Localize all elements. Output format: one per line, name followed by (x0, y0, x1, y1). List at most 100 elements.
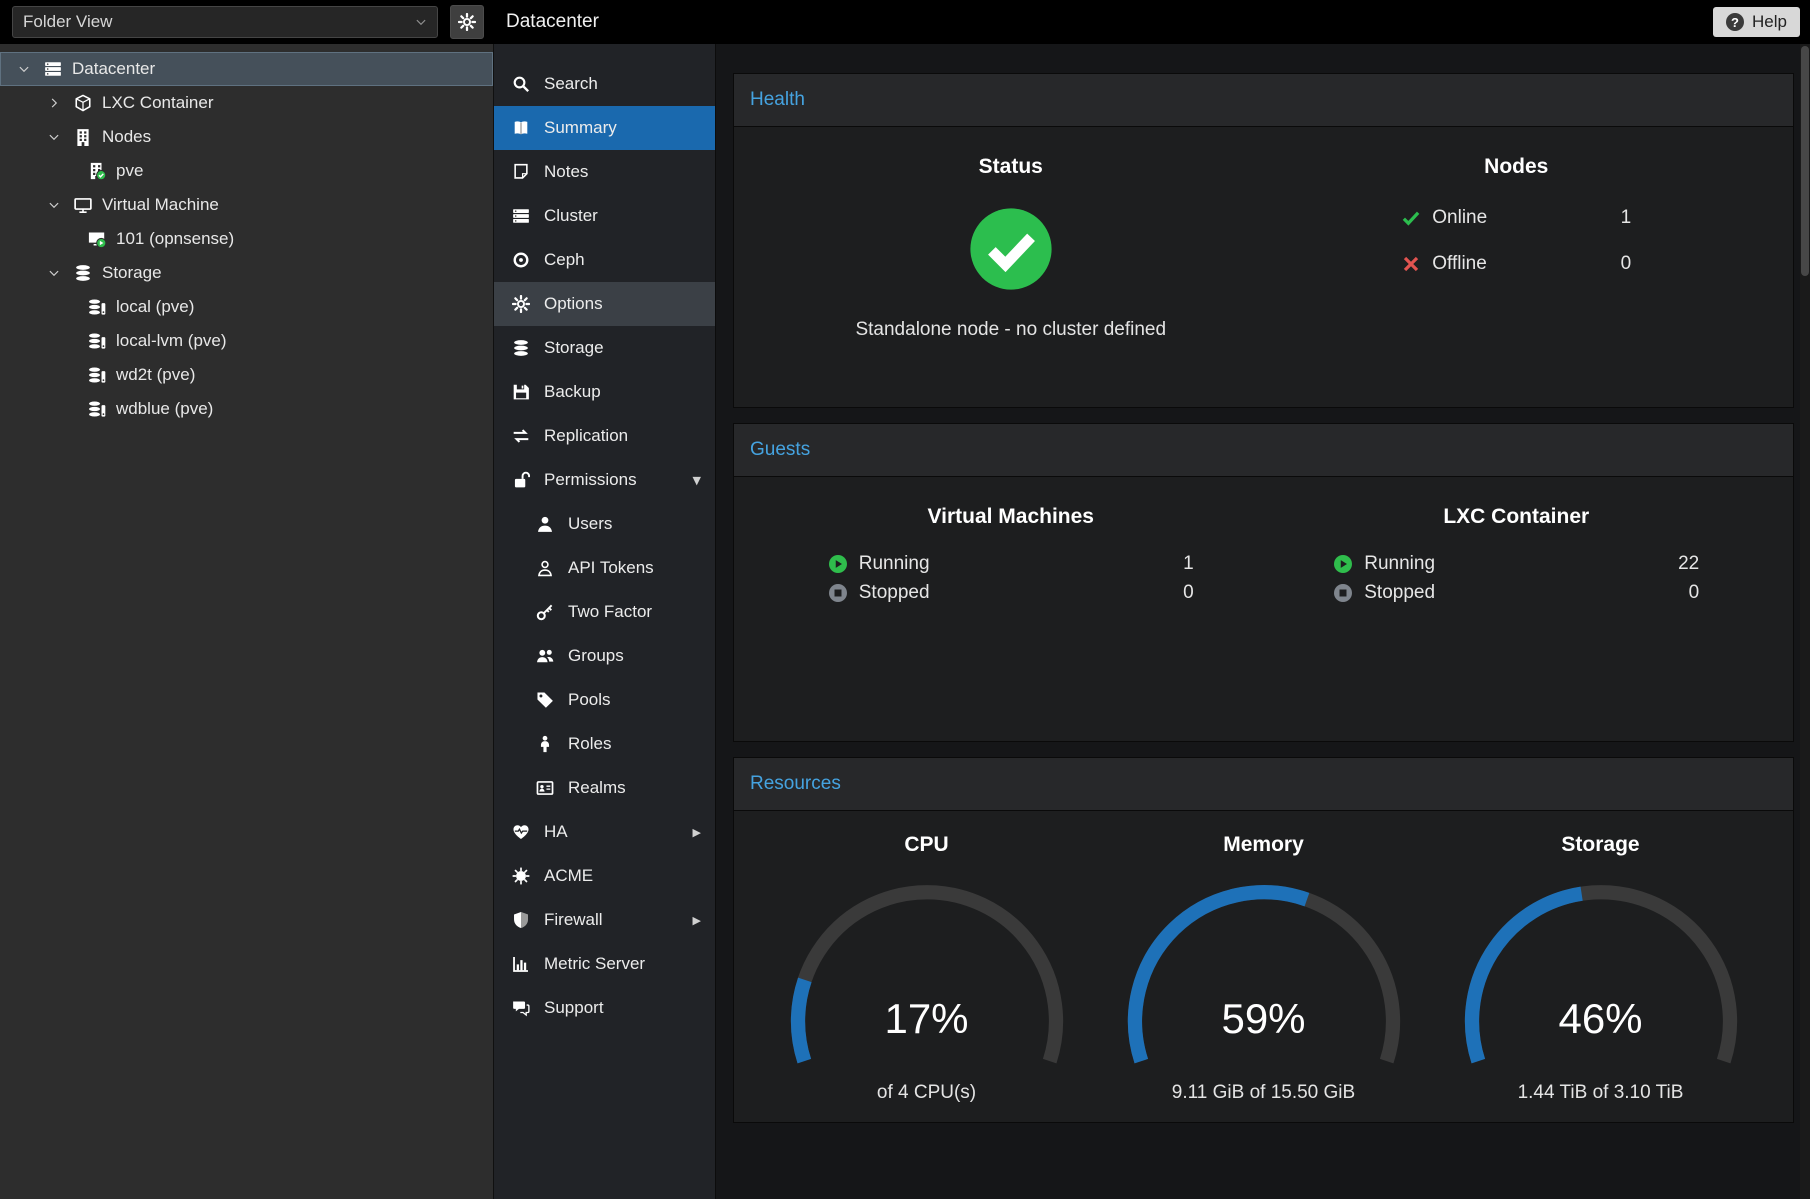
menu-item-label: Notes (544, 162, 588, 182)
resource-tree: Datacenter LXC Container Nodes pve Virtu… (0, 44, 494, 1199)
top-bar: Folder View Datacenter ? Help (0, 0, 1810, 44)
menu-item-support[interactable]: Support (494, 986, 715, 1030)
tree-item-pve[interactable]: pve (0, 154, 493, 188)
chevron-right-icon: ▶ (693, 914, 701, 927)
menu-item-permissions[interactable]: Permissions ▼ (494, 458, 715, 502)
memory-percent: 59% (1114, 995, 1414, 1043)
resources-panel: Resources CPU 17% of 4 CPU(s) Memory (733, 757, 1794, 1123)
tree-item-label: local (pve) (116, 297, 194, 317)
question-mark-icon: ? (1726, 13, 1744, 31)
tree-item-label: wdblue (pve) (116, 399, 213, 419)
tree-item-label: LXC Container (102, 93, 214, 113)
chevron-down-icon[interactable] (44, 199, 64, 211)
menu-item-pools[interactable]: Pools (494, 678, 715, 722)
check-circle-icon (969, 207, 1053, 291)
vm-running-value: 1 (1183, 553, 1194, 575)
tree-item-virtual-machine[interactable]: Virtual Machine (0, 188, 493, 222)
help-button-label: Help (1752, 12, 1787, 32)
menu-item-ha[interactable]: HA ▶ (494, 810, 715, 854)
pools-tag-icon (535, 691, 555, 709)
memory-detail: 9.11 GiB of 15.50 GiB (1172, 1082, 1355, 1104)
menu-item-summary[interactable]: Summary (494, 106, 715, 150)
menu-item-metric-server[interactable]: Metric Server (494, 942, 715, 986)
menu-item-label: ACME (544, 866, 593, 886)
storage-gauge: 46% (1451, 871, 1751, 1074)
datacenter-rack-icon (42, 60, 64, 78)
menu-item-label: Support (544, 998, 604, 1018)
stop-circle-icon (1333, 583, 1353, 603)
tree-item-local-lvm[interactable]: local-lvm (pve) (0, 324, 493, 358)
help-button[interactable]: ? Help (1713, 7, 1800, 37)
cpu-header: CPU (904, 833, 948, 857)
status-message: Standalone node - no cluster defined (855, 319, 1166, 341)
tree-item-label: pve (116, 161, 143, 181)
nodes-building-icon (72, 128, 94, 146)
realms-address-card-icon (535, 779, 555, 797)
tree-item-wdblue[interactable]: wdblue (pve) (0, 392, 493, 426)
cpu-column: CPU 17% of 4 CPU(s) (758, 829, 1095, 1104)
menu-item-cluster[interactable]: Cluster (494, 194, 715, 238)
acme-seal-icon (511, 867, 531, 885)
menu-item-search[interactable]: Search (494, 62, 715, 106)
menu-item-options[interactable]: Options (494, 282, 715, 326)
menu-item-label: Cluster (544, 206, 598, 226)
tree-item-datacenter[interactable]: Datacenter (0, 52, 493, 86)
storage-header: Storage (1561, 833, 1639, 857)
menu-item-backup[interactable]: Backup (494, 370, 715, 414)
lxc-running-value: 22 (1678, 553, 1699, 575)
folder-view-select[interactable]: Folder View (12, 6, 438, 38)
menu-item-two-factor[interactable]: Two Factor (494, 590, 715, 634)
menu-item-ceph[interactable]: Ceph (494, 238, 715, 282)
menu-item-label: API Tokens (568, 558, 654, 578)
menu-item-api-tokens[interactable]: API Tokens (494, 546, 715, 590)
chevron-down-icon[interactable] (44, 131, 64, 143)
tree-item-label: local-lvm (pve) (116, 331, 227, 351)
chevron-down-icon[interactable] (14, 63, 34, 75)
vm-stopped-value: 0 (1183, 582, 1194, 604)
tree-item-101-opnsense[interactable]: 101 (opnsense) (0, 222, 493, 256)
ha-heartbeat-icon (511, 823, 531, 841)
menu-item-label: Two Factor (568, 602, 652, 622)
ceph-icon (511, 251, 531, 269)
cpu-percent: 17% (777, 995, 1077, 1043)
menu-item-label: Options (544, 294, 603, 314)
settings-gear-button[interactable] (450, 5, 484, 39)
tree-item-storage[interactable]: Storage (0, 256, 493, 290)
chevron-right-icon[interactable] (44, 97, 64, 109)
menu-item-notes[interactable]: Notes (494, 150, 715, 194)
tree-item-local[interactable]: local (pve) (0, 290, 493, 324)
vm-running-icon (86, 230, 108, 248)
api-token-user-icon (535, 559, 555, 577)
menu-item-users[interactable]: Users (494, 502, 715, 546)
memory-header: Memory (1223, 833, 1304, 857)
menu-item-label: Users (568, 514, 612, 534)
menu-item-roles[interactable]: Roles (494, 722, 715, 766)
nodes-online-label: Online (1432, 207, 1487, 229)
scrollbar-thumb[interactable] (1801, 46, 1809, 276)
storage-drive-icon (86, 332, 108, 350)
tree-item-label: Virtual Machine (102, 195, 219, 215)
chevron-down-icon[interactable] (44, 267, 64, 279)
summary-book-icon (511, 119, 531, 137)
menu-item-replication[interactable]: Replication (494, 414, 715, 458)
tree-item-nodes[interactable]: Nodes (0, 120, 493, 154)
scrollbar[interactable] (1800, 44, 1810, 1199)
menu-item-label: Metric Server (544, 954, 645, 974)
tree-item-lxc-container[interactable]: LXC Container (0, 86, 493, 120)
main-area: Health Status Standalone node - no clust… (716, 44, 1810, 1199)
menu-item-storage[interactable]: Storage (494, 326, 715, 370)
vm-rows: Running 1 Stopped 0 (828, 553, 1194, 611)
menu-item-realms[interactable]: Realms (494, 766, 715, 810)
gear-icon (511, 295, 531, 313)
menu-item-label: Groups (568, 646, 624, 666)
datacenter-menu: Search Summary Notes Cluster Ceph Option… (494, 44, 716, 1199)
unlock-icon (511, 471, 531, 489)
health-panel-body: Status Standalone node - no cluster defi… (734, 127, 1793, 407)
menu-item-firewall[interactable]: Firewall ▶ (494, 898, 715, 942)
tree-item-wd2t[interactable]: wd2t (pve) (0, 358, 493, 392)
storage-detail: 1.44 TiB of 3.10 TiB (1518, 1082, 1684, 1104)
menu-item-acme[interactable]: ACME (494, 854, 715, 898)
menu-item-groups[interactable]: Groups (494, 634, 715, 678)
proxmox-window: Folder View Datacenter ? Help Datacenter… (0, 0, 1810, 1199)
folder-view-label: Folder View (23, 12, 112, 32)
